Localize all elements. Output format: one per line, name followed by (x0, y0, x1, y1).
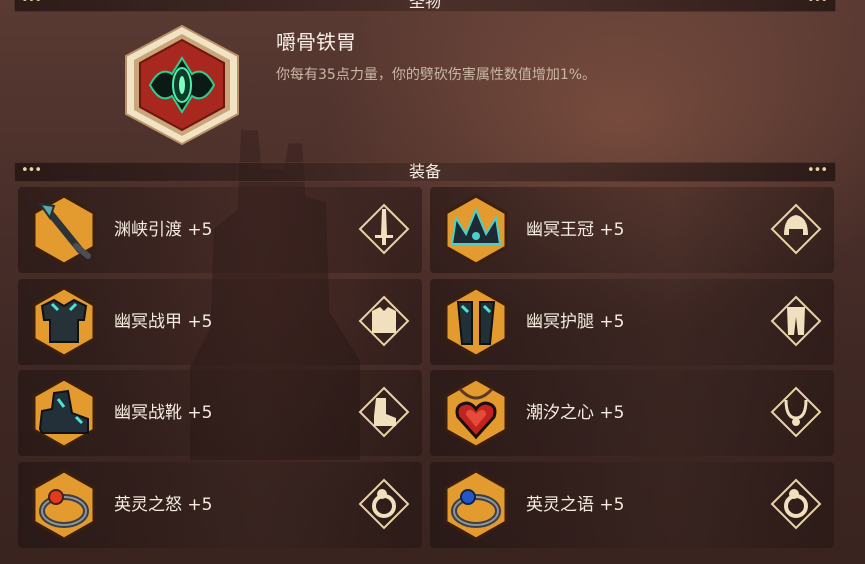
necklace-slot-icon (770, 386, 822, 438)
crown-icon (444, 194, 508, 266)
boots-icon (32, 377, 96, 449)
relic-emblem-icon[interactable] (120, 24, 244, 146)
equipment-slot-boots[interactable]: 幽冥战靴 +5 (18, 370, 422, 456)
equipment-slot-necklace[interactable]: 潮汐之心 +5 (430, 370, 834, 456)
ornament-dots-icon: ••• (806, 163, 828, 178)
equipment-label: 英灵之怒 +5 (114, 495, 213, 515)
equipment-label: 幽冥护腿 +5 (526, 312, 625, 332)
ring-slot-icon (358, 478, 410, 530)
equipment-label: 幽冥战靴 +5 (114, 403, 213, 423)
equipment-slot-weapon[interactable]: 渊峡引渡 +5 (18, 187, 422, 273)
relic-section-header: ••• 圣物 ••• (14, 0, 836, 12)
equipment-label: 幽冥战甲 +5 (114, 312, 213, 332)
equipment-slot-helmet[interactable]: 幽冥王冠 +5 (430, 187, 834, 273)
equipment-slot-ring-2[interactable]: 英灵之语 +5 (430, 462, 834, 548)
chest-slot-icon (358, 295, 410, 347)
ornament-dots-icon: ••• (806, 0, 828, 8)
armor-icon (32, 286, 96, 358)
helmet-slot-icon (770, 203, 822, 255)
ring-blue-icon (444, 469, 508, 541)
polearm-icon (32, 194, 96, 266)
equipment-slot-ring-1[interactable]: 英灵之怒 +5 (18, 462, 422, 548)
sword-slot-icon (358, 203, 410, 255)
relic-description: 你每有35点力量，你的劈砍伤害属性数值增加1%。 (276, 67, 597, 83)
boots-slot-icon (358, 386, 410, 438)
relic-section-title: 圣物 (408, 0, 441, 11)
equipment-label: 英灵之语 +5 (526, 495, 625, 515)
relic-name: 嚼骨铁胃 (276, 30, 356, 54)
ring-slot-icon (770, 478, 822, 530)
ring-red-icon (32, 469, 96, 541)
equipment-section-header: ••• 装备 ••• (14, 162, 836, 182)
equipment-section-title: 装备 (408, 162, 441, 181)
greaves-icon (444, 286, 508, 358)
equipment-label: 潮汐之心 +5 (526, 403, 625, 423)
legs-slot-icon (770, 295, 822, 347)
equipment-slot-legs[interactable]: 幽冥护腿 +5 (430, 279, 834, 365)
equipment-label: 幽冥王冠 +5 (526, 220, 625, 240)
equipment-slot-chest[interactable]: 幽冥战甲 +5 (18, 279, 422, 365)
heart-amulet-icon (444, 377, 508, 449)
equipment-label: 渊峡引渡 +5 (114, 220, 213, 240)
